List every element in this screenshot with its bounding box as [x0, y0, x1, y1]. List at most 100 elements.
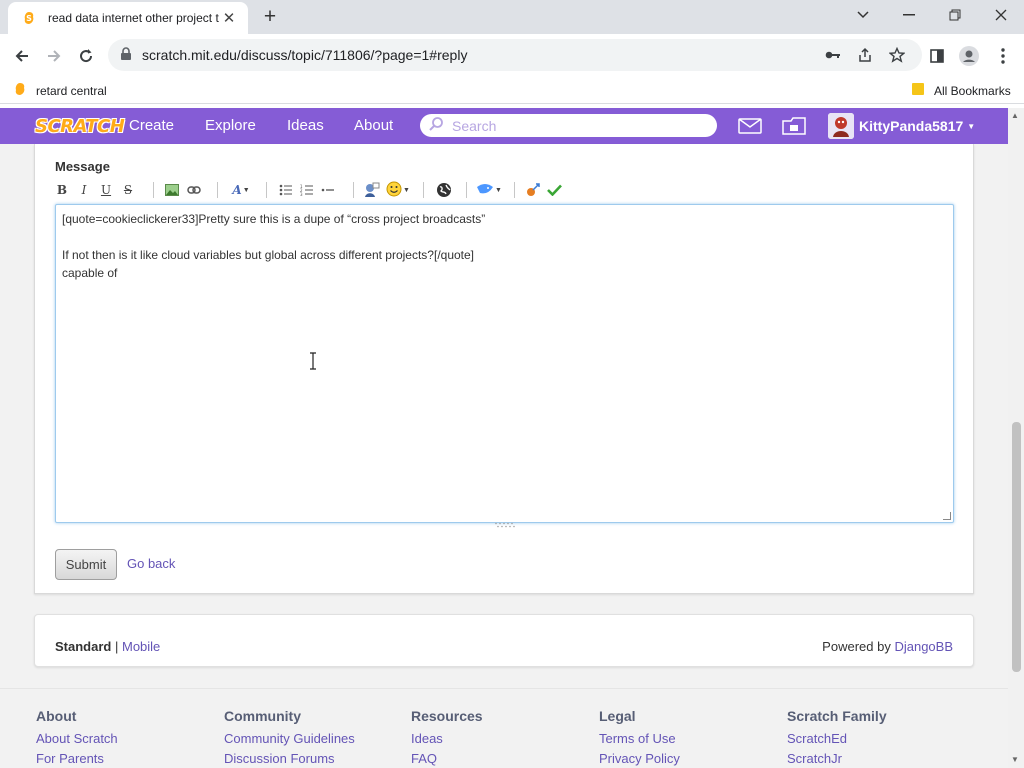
numbered-list-icon[interactable]: 123 [299, 180, 315, 200]
share-icon[interactable] [855, 45, 875, 65]
back-arrow-icon[interactable] [8, 42, 36, 70]
footer-heading: Scratch Family [787, 708, 887, 724]
messages-envelope-icon[interactable] [737, 115, 763, 137]
go-back-link[interactable]: Go back [127, 556, 175, 571]
strikethrough-button[interactable]: S [121, 180, 135, 200]
lock-icon[interactable] [120, 46, 132, 64]
footer-column-legal: Legal Terms of Use Privacy Policy [599, 708, 779, 768]
page-viewport: SCRATCH Create Explore Ideas About Searc… [0, 108, 1008, 768]
resize-grip-icon[interactable] [494, 522, 516, 528]
address-bar[interactable]: scratch.mit.edu/discuss/topic/711806/?pa… [108, 39, 922, 71]
browser-menu-icon[interactable] [992, 45, 1014, 67]
separator: | [114, 639, 119, 654]
nav-about[interactable]: About [354, 117, 393, 134]
insert-image-icon[interactable] [164, 180, 180, 200]
toolbar-divider [423, 182, 424, 198]
browser-toolbar: scratch.mit.edu/discuss/topic/711806/?pa… [0, 34, 1024, 76]
scroll-up-arrow-icon[interactable]: ▲ [1011, 111, 1019, 120]
submit-button[interactable]: Submit [55, 549, 117, 580]
user-menu[interactable]: KittyPanda5817 ▼ [828, 113, 975, 139]
view-mode-switch: Standard | Mobile [55, 639, 160, 654]
italic-button[interactable]: I [77, 180, 91, 200]
footer-heading: Legal [599, 708, 636, 724]
browser-tab-active[interactable]: S read data internet other project t ✕ [8, 2, 248, 34]
insert-link-icon[interactable] [186, 180, 202, 200]
dropdown-arrow-icon: ▼ [403, 186, 410, 194]
url-text: scratch.mit.edu/discuss/topic/711806/?pa… [142, 47, 468, 63]
toolbar-divider [217, 182, 218, 198]
underline-button[interactable]: U [99, 180, 113, 200]
restore-icon[interactable] [932, 0, 978, 30]
site-search-input[interactable]: Search [420, 114, 717, 137]
preview-icon[interactable] [525, 180, 541, 200]
footer-column-resources: Resources Ideas FAQ [411, 708, 591, 768]
minimize-icon[interactable] [886, 0, 932, 30]
footer-heading: Resources [411, 708, 483, 724]
bulleted-list-icon[interactable] [278, 180, 294, 200]
footer-link[interactable]: Ideas [411, 731, 591, 746]
standard-view-label: Standard [55, 639, 112, 654]
nav-explore[interactable]: Explore [205, 117, 256, 134]
scratch-logo[interactable]: SCRATCH [35, 113, 125, 139]
scroll-thumb[interactable] [1012, 422, 1021, 672]
list-item-icon[interactable] [320, 180, 336, 200]
all-bookmarks[interactable]: All Bookmarks [912, 82, 1011, 99]
footer-link[interactable]: Terms of Use [599, 731, 779, 746]
bookmark-star-icon[interactable] [887, 45, 907, 65]
footer-link[interactable]: For Parents [36, 751, 216, 766]
scratchblocks-button[interactable]: ▼ [476, 180, 502, 200]
key-icon[interactable] [823, 45, 843, 65]
text-color-button[interactable]: A ▼ [229, 180, 253, 200]
scroll-down-arrow-icon[interactable]: ▼ [1011, 755, 1019, 764]
globe-icon[interactable] [436, 180, 452, 200]
editor-line: [quote=cookieclickerer33]Pretty sure thi… [62, 212, 486, 226]
editor-line: capable of [62, 266, 118, 280]
reload-icon[interactable] [72, 42, 100, 70]
nav-create[interactable]: Create [129, 117, 174, 134]
page-scrollbar[interactable]: ▲ ▼ [1008, 108, 1024, 768]
new-tab-icon[interactable]: + [258, 5, 282, 28]
forum-footer: Standard | Mobile Powered by DjangoBB [34, 614, 974, 667]
quote-user-icon[interactable] [363, 180, 381, 200]
message-textarea[interactable]: [quote=cookieclickerer33]Pretty sure thi… [55, 204, 954, 523]
footer-link[interactable]: About Scratch [36, 731, 216, 746]
tab-close-icon[interactable]: ✕ [220, 9, 238, 27]
bookmarks-bar: retard central All Bookmarks [0, 76, 1024, 104]
footer-heading: About [36, 708, 77, 724]
close-window-icon[interactable] [978, 0, 1024, 30]
footer-column-scratch-family: Scratch Family ScratchEd ScratchJr [787, 708, 967, 768]
nav-ideas[interactable]: Ideas [287, 117, 324, 134]
message-label: Message [55, 159, 110, 174]
djangobb-link[interactable]: DjangoBB [894, 639, 953, 654]
svg-text:S: S [26, 14, 32, 23]
emoji-button[interactable]: ▼ [385, 180, 411, 200]
folder-icon [912, 82, 924, 99]
profile-icon[interactable] [958, 45, 980, 67]
footer-link[interactable]: Privacy Policy [599, 751, 779, 766]
font-color-icon: A [232, 183, 242, 197]
bold-button[interactable]: B [55, 180, 69, 200]
toolbar-divider [353, 182, 354, 198]
my-stuff-folder-icon[interactable] [781, 115, 807, 137]
footer-link[interactable]: FAQ [411, 751, 591, 766]
scratch-cat-icon [476, 183, 494, 198]
tab-search-chevron-icon[interactable] [840, 0, 886, 30]
svg-text:3: 3 [300, 192, 303, 196]
username: KittyPanda5817 [859, 118, 964, 134]
dropdown-arrow-icon: ▼ [495, 186, 502, 194]
avatar [828, 113, 854, 139]
footer-link[interactable]: Discussion Forums [224, 751, 404, 766]
checkmark-icon[interactable] [546, 180, 562, 200]
footer-link[interactable]: Community Guidelines [224, 731, 404, 746]
footer-link[interactable]: ScratchJr [787, 751, 967, 766]
resize-handle-icon[interactable] [943, 512, 951, 520]
footer-link[interactable]: ScratchEd [787, 731, 967, 746]
bookmark-retard-central[interactable]: retard central [14, 82, 107, 99]
side-panel-icon[interactable] [926, 45, 948, 67]
mobile-view-link[interactable]: Mobile [122, 639, 160, 654]
scratch-favicon-icon [14, 82, 26, 99]
forward-arrow-icon[interactable] [40, 42, 68, 70]
browser-tab-strip: S read data internet other project t ✕ + [0, 0, 1024, 34]
search-placeholder: Search [452, 117, 497, 134]
bookmark-label: All Bookmarks [934, 83, 1011, 98]
